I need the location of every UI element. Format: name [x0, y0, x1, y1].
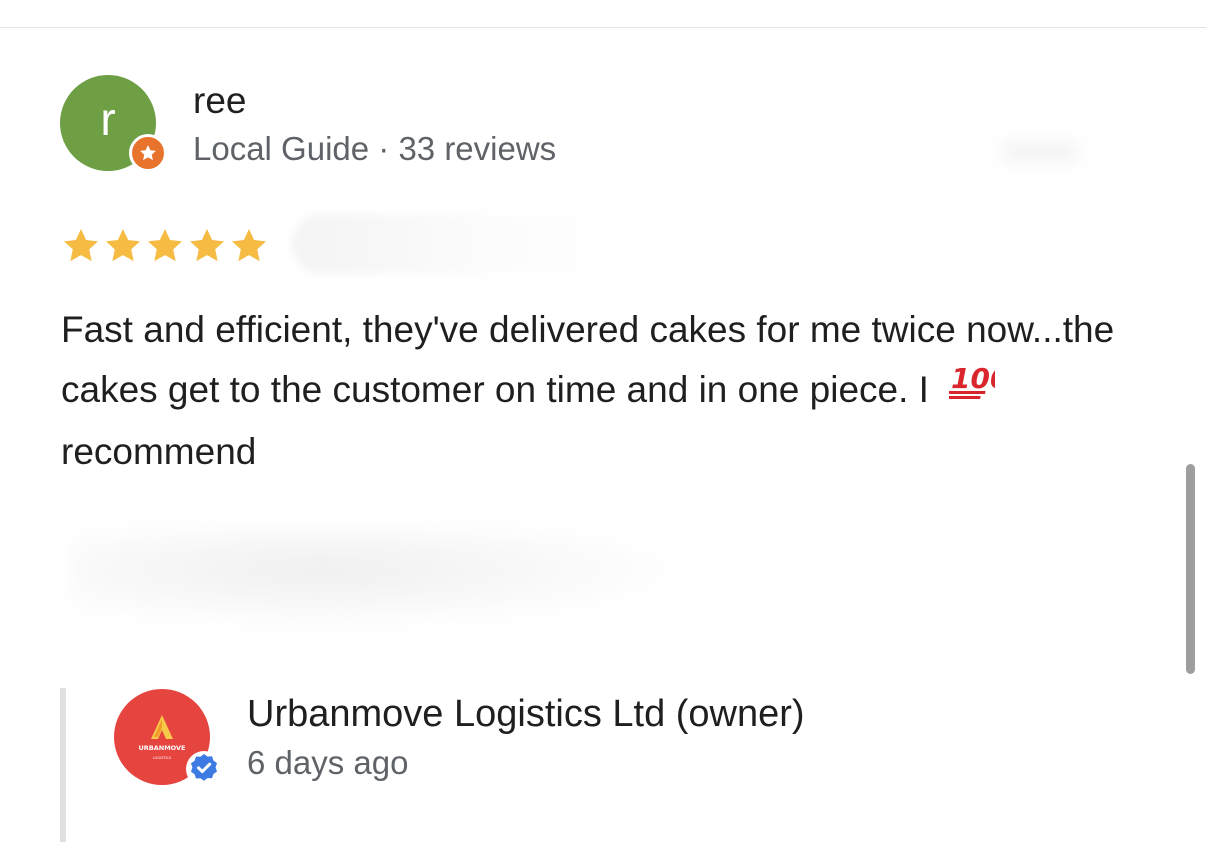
- reviewer-name[interactable]: ree: [193, 80, 246, 122]
- star-icon: [106, 229, 140, 262]
- svg-text:100: 100: [951, 362, 995, 395]
- redacted-date: [292, 214, 652, 274]
- avatar-initial: r: [100, 93, 116, 145]
- divider: [0, 27, 1206, 28]
- review-card: r ree Local Guide · 33 reviews Fast and …: [0, 0, 1206, 842]
- scrollbar[interactable]: [1186, 464, 1195, 674]
- reply-indent-bar: [60, 688, 66, 842]
- verified-badge-icon: [185, 750, 223, 788]
- star-rating: [60, 226, 270, 266]
- reviewer-meta: Local Guide · 33 reviews: [193, 130, 557, 167]
- review-text: Fast and efficient, they've delivered ca…: [61, 300, 1161, 482]
- owner-name[interactable]: Urbanmove Logistics Ltd (owner): [247, 693, 805, 736]
- reply-timestamp: 6 days ago: [247, 744, 409, 781]
- logo-text: URBANMOVE: [139, 744, 186, 752]
- review-text-end: recommend: [61, 431, 257, 473]
- redacted-area: [1000, 140, 1080, 164]
- star-icon: [148, 229, 182, 262]
- star-icon: [232, 229, 266, 262]
- star-icon: [190, 229, 224, 262]
- logo-subtext: LOGISTICS: [153, 756, 172, 760]
- star-icon: [140, 145, 156, 161]
- hundred-points-emoji-icon: 100: [942, 358, 1010, 418]
- redacted-content: [70, 530, 700, 630]
- star-icon: [64, 229, 98, 262]
- local-guide-badge-icon: [129, 134, 167, 172]
